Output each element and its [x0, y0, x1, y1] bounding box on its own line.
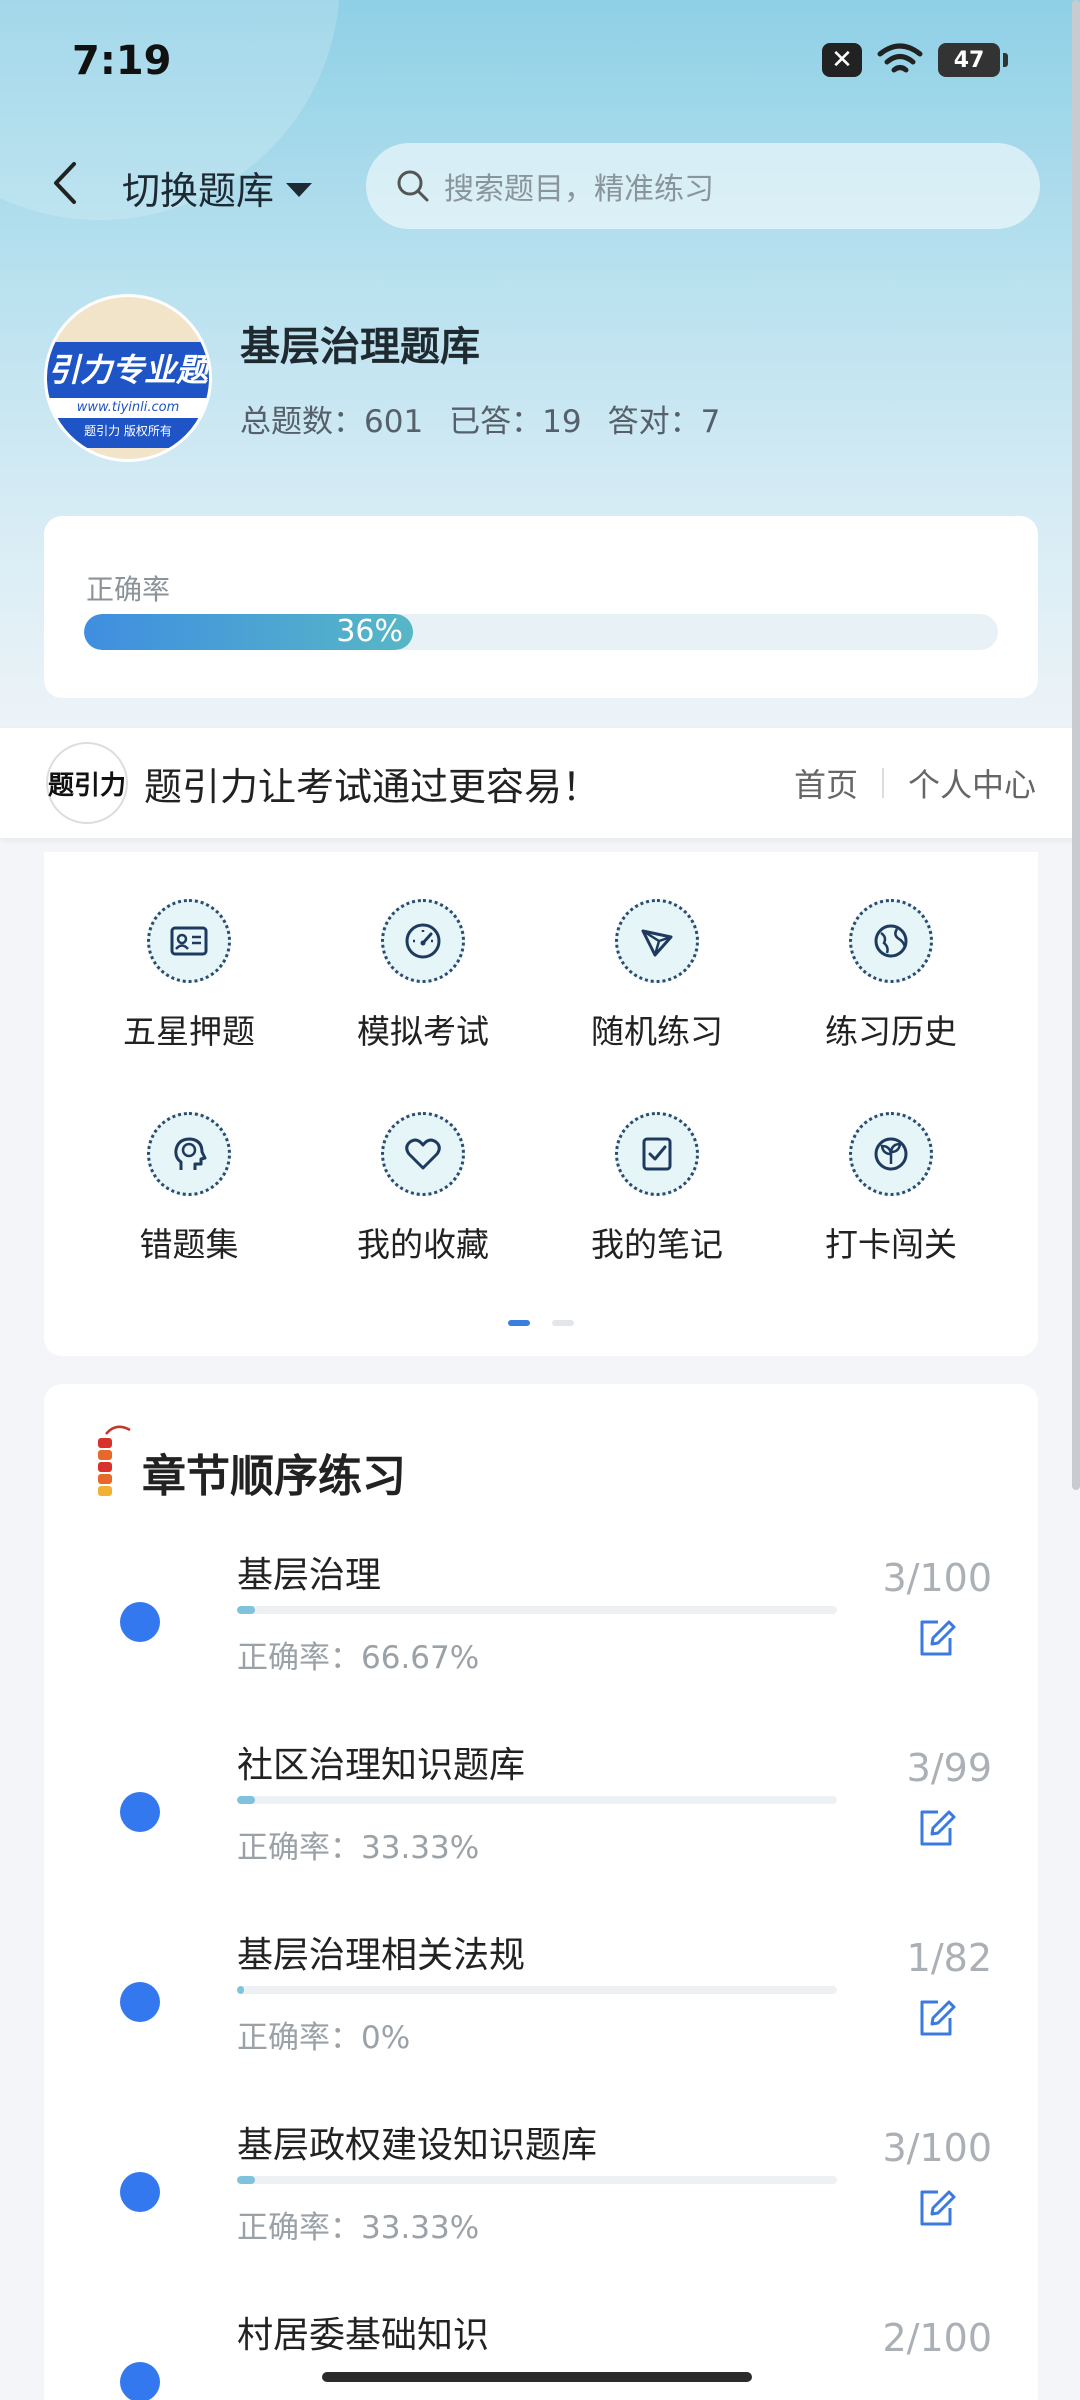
menu-random-practice[interactable]: 随机练习: [557, 899, 757, 1053]
wifi-icon: [877, 43, 923, 73]
back-arrow-icon[interactable]: [46, 158, 86, 208]
bank-logo: 引力专业题 www.tiyinli.com 题引力 版权所有: [44, 294, 212, 462]
menu-wrong-questions[interactable]: 错题集: [89, 1112, 289, 1266]
stat-correct: 答对：7: [607, 404, 721, 440]
home-link[interactable]: 首页: [794, 760, 858, 806]
chapter-accuracy: 正确率：33.33%: [237, 2210, 480, 2246]
id-card-icon: [147, 899, 231, 983]
firecracker-icon: [98, 1425, 131, 1496]
banner-slogan: 题引力让考试通过更容易！: [144, 764, 601, 809]
logo-band-text: 引力专业题: [47, 342, 209, 398]
bank-title: 基层治理题库: [240, 324, 480, 370]
menu-label: 五星押题: [123, 1012, 255, 1051]
search-placeholder: 搜索题目，精准练习: [444, 172, 714, 207]
menu-label: 练习历史: [825, 1012, 957, 1051]
chapter-bullet: [120, 1792, 160, 1832]
menu-practice-history[interactable]: 练习历史: [791, 899, 991, 1053]
chapter-accuracy: 正确率：33.33%: [237, 1830, 480, 1866]
home-indicator[interactable]: [322, 2372, 752, 2382]
chapter-name: 基层治理相关法规: [237, 1935, 526, 1976]
menu-label: 我的笔记: [591, 1225, 723, 1264]
chapter-bullet: [120, 2362, 160, 2400]
chapter-bullet: [120, 1602, 160, 1642]
battery-icon: 47: [938, 43, 1008, 77]
switch-bank-dropdown[interactable]: 切换题库: [122, 160, 313, 215]
stat-total: 总题数：601: [240, 404, 424, 440]
link-divider: [881, 768, 884, 798]
feature-grid-card: 五星押题 模拟考试 随机练习 练习历史 错题集 我的收藏 我的笔记 打卡闯关: [44, 852, 1038, 1356]
promo-banner: 题引力 题引力让考试通过更容易！ 首页 个人中心: [0, 728, 1080, 838]
chapter-count: 1/82: [906, 1936, 992, 1980]
page-indicator-active: [508, 1320, 530, 1326]
edit-icon[interactable]: [914, 1616, 958, 1660]
chapter-row[interactable]: 村居委基础知识 2/100: [44, 2306, 1038, 2400]
chapter-progress-track: [237, 1796, 837, 1804]
chapter-row[interactable]: 社区治理知识题库 正确率：33.33% 3/99: [44, 1736, 1038, 1926]
notification-x-icon: ✕: [822, 43, 862, 77]
chapter-name: 村居委基础知识: [237, 2315, 490, 2356]
banner-links: 首页 个人中心: [794, 728, 1036, 838]
chapter-progress-fill: [237, 1606, 255, 1614]
scrollbar[interactable]: [1072, 0, 1080, 1490]
chapter-row[interactable]: 基层治理 正确率：66.67% 3/100: [44, 1546, 1038, 1736]
bank-stats: 总题数：601 已答：19 答对：7: [240, 396, 720, 441]
heart-icon: [381, 1112, 465, 1196]
chapter-count: 2/100: [882, 2316, 992, 2360]
menu-mock-exam[interactable]: 模拟考试: [323, 899, 523, 1053]
logo-copyright: 题引力 版权所有: [47, 418, 209, 448]
tiyinli-logo: 题引力: [46, 742, 128, 824]
sprout-icon: [849, 1112, 933, 1196]
accuracy-progress-track: 36%: [84, 614, 998, 650]
caret-down-icon: [286, 182, 313, 197]
chapter-progress-fill: [237, 1986, 245, 1994]
page-indicator-inactive: [552, 1320, 574, 1326]
chapter-name: 基层治理: [237, 1555, 382, 1596]
menu-notes[interactable]: 我的笔记: [557, 1112, 757, 1266]
chapter-name: 社区治理知识题库: [237, 1745, 526, 1786]
globe-icon: [849, 899, 933, 983]
menu-label: 我的收藏: [357, 1225, 489, 1264]
chapter-progress-fill: [237, 2176, 255, 2184]
chapter-row[interactable]: 基层政权建设知识题库 正确率：33.33% 3/100: [44, 2116, 1038, 2306]
random-icon: [615, 899, 699, 983]
chapter-progress-fill: [237, 1796, 255, 1804]
chapter-accuracy: 正确率：66.67%: [237, 1640, 480, 1676]
note-check-icon: [615, 1112, 699, 1196]
chapter-count: 3/100: [882, 1556, 992, 1600]
status-icons: ✕ 47: [822, 42, 1008, 78]
chapter-bullet: [120, 2172, 160, 2212]
chapter-name: 基层政权建设知识题库: [237, 2125, 598, 2166]
chapter-section-title: 章节顺序练习: [142, 1451, 406, 1502]
menu-five-star[interactable]: 五星押题: [89, 899, 289, 1053]
chapter-count: 3/100: [882, 2126, 992, 2170]
logo-url: www.tiyinli.com: [47, 398, 209, 418]
chapter-count: 3/99: [906, 1746, 992, 1790]
menu-check-in[interactable]: 打卡闯关: [791, 1112, 991, 1266]
switch-bank-label: 切换题库: [122, 169, 275, 213]
stat-answered: 已答：19: [449, 404, 582, 440]
profile-link[interactable]: 个人中心: [908, 760, 1036, 806]
menu-favorites[interactable]: 我的收藏: [323, 1112, 523, 1266]
accuracy-progress-fill: 36%: [84, 614, 414, 650]
search-icon: [397, 170, 429, 202]
chapter-progress-track: [237, 1606, 837, 1614]
menu-label: 模拟考试: [357, 1012, 489, 1051]
accuracy-card: [44, 516, 1038, 698]
brain-head-icon: [147, 1112, 231, 1196]
edit-icon[interactable]: [914, 1996, 958, 2040]
search-input[interactable]: 搜索题目，精准练习: [366, 143, 1040, 229]
chapter-progress-track: [237, 1986, 837, 1994]
accuracy-label: 正确率: [86, 573, 171, 606]
menu-label: 打卡闯关: [825, 1225, 957, 1264]
edit-icon[interactable]: [914, 1806, 958, 1850]
chapter-progress-track: [237, 2176, 837, 2184]
chapter-accuracy: 正确率：0%: [237, 2020, 411, 2056]
speedometer-icon: [381, 899, 465, 983]
chapter-row[interactable]: 基层治理相关法规 正确率：0% 1/82: [44, 1926, 1038, 2116]
menu-label: 随机练习: [591, 1012, 723, 1051]
menu-label: 错题集: [139, 1225, 239, 1264]
edit-icon[interactable]: [914, 2186, 958, 2230]
status-time: 7:19: [72, 38, 172, 84]
chapter-bullet: [120, 1982, 160, 2022]
